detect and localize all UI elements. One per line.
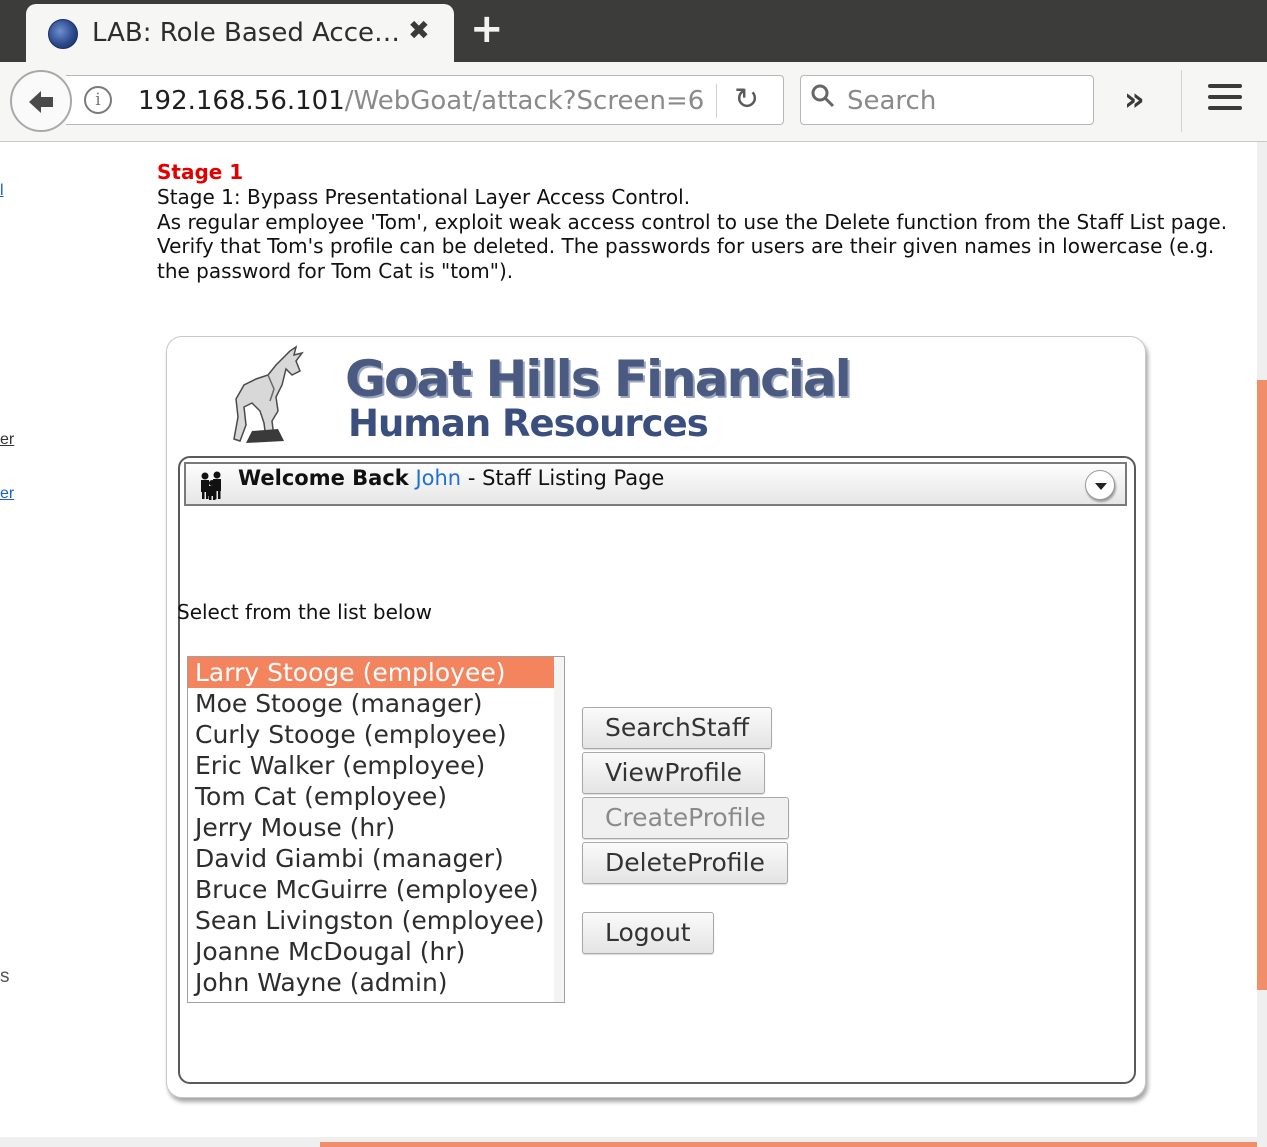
create-profile-button[interactable]: CreateProfile — [582, 797, 789, 839]
overflow-chevron-icon[interactable]: » — [1124, 80, 1145, 118]
search-placeholder: Search — [847, 86, 937, 116]
staff-option-sean-livingston[interactable]: Sean Livingston (employee) — [188, 905, 554, 936]
left-menu-fragment-2[interactable]: er — [0, 431, 14, 449]
staff-option-curly-stooge[interactable]: Curly Stooge (employee) — [188, 719, 554, 750]
company-logo-title: Goat Hills Financial — [345, 350, 852, 408]
left-menu-fragment-4: s — [0, 966, 10, 988]
horizontal-scrollbar-thumb[interactable] — [320, 1142, 1257, 1147]
staff-option-eric-walker[interactable]: Eric Walker (employee) — [188, 750, 554, 781]
staff-option-bruce-mcguirre[interactable]: Bruce McGuirre (employee) — [188, 874, 554, 905]
welcome-text: Welcome Back John - Staff Listing Page — [238, 466, 664, 490]
search-icon — [811, 84, 835, 108]
staff-listbox[interactable]: Larry Stooge (employee) Moe Stooge (mana… — [187, 656, 565, 1003]
hamburger-menu-icon[interactable] — [1208, 84, 1242, 114]
url-host: 192.168.56.101 — [138, 86, 345, 116]
url-text[interactable]: 192.168.56.101/WebGoat/attack?Screen=6 — [138, 86, 704, 116]
staff-option-moe-stooge[interactable]: Moe Stooge (manager) — [188, 688, 554, 719]
goat-logo-icon — [233, 345, 304, 443]
left-menu-link-3[interactable]: er — [0, 485, 14, 502]
search-staff-button[interactable]: SearchStaff — [582, 707, 773, 749]
welcome-prefix: Welcome Back — [238, 466, 409, 490]
staff-option-joanne-mcdougal[interactable]: Joanne McDougal (hr) — [188, 936, 554, 967]
toolbar-divider — [1181, 70, 1182, 132]
welcome-user-name: John — [415, 466, 462, 490]
stage-subtitle: Stage 1: Bypass Presentational Layer Acc… — [157, 185, 691, 209]
welcome-suffix: - Staff Listing Page — [467, 466, 665, 490]
left-menu-fragment-1[interactable]: l — [0, 182, 4, 200]
staff-option-larry-stooge[interactable]: Larry Stooge (employee) — [188, 657, 554, 688]
stage-title: Stage 1 — [157, 160, 244, 184]
staff-option-jerry-mouse[interactable]: Jerry Mouse (hr) — [188, 812, 554, 843]
left-menu-text-4: s — [0, 966, 10, 987]
left-menu-link-2[interactable]: er — [0, 431, 14, 448]
delete-profile-button[interactable]: DeleteProfile — [582, 842, 788, 884]
back-arrow-icon — [29, 91, 53, 113]
stage-description: Stage 1: Bypass Presentational Layer Acc… — [157, 185, 1237, 283]
tab-title: LAB: Role Based Acce… — [92, 18, 401, 48]
search-bar[interactable]: Search — [800, 75, 1094, 125]
company-logo-subtitle: Human Resources — [348, 402, 709, 445]
url-separator — [716, 84, 717, 118]
left-menu-link-1[interactable]: l — [0, 182, 4, 199]
listbox-scrollbar[interactable] — [554, 657, 564, 1002]
vertical-scrollbar-thumb[interactable] — [1257, 380, 1267, 990]
active-tab[interactable]: LAB: Role Based Acce… ✖ — [26, 4, 454, 62]
url-bar[interactable]: i 192.168.56.101/WebGoat/attack?Screen=6… — [66, 75, 784, 125]
view-profile-button[interactable]: ViewProfile — [582, 752, 766, 794]
select-list-label: Select from the list below — [177, 600, 433, 624]
reload-icon[interactable]: ↻ — [734, 82, 759, 117]
staff-option-john-wayne[interactable]: John Wayne (admin) — [188, 967, 554, 998]
webgoat-favicon-icon — [48, 19, 78, 49]
people-icon — [201, 471, 221, 500]
welcome-bar: Welcome Back John - Staff Listing Page — [184, 462, 1127, 506]
navigation-bar: i 192.168.56.101/WebGoat/attack?Screen=6… — [0, 62, 1267, 142]
info-icon[interactable]: i — [84, 86, 112, 114]
stage-instructions: As regular employee 'Tom', exploit weak … — [157, 209, 1228, 283]
tab-bar: LAB: Role Based Acce… ✖ + — [0, 0, 1267, 62]
staff-option-david-giambi[interactable]: David Giambi (manager) — [188, 843, 554, 874]
collapse-chevron-icon[interactable] — [1085, 470, 1115, 500]
left-menu-fragment-3[interactable]: er — [0, 485, 14, 503]
logout-button[interactable]: Logout — [582, 912, 714, 954]
staff-option-tom-cat[interactable]: Tom Cat (employee) — [188, 781, 554, 812]
close-tab-icon[interactable]: ✖ — [408, 16, 430, 46]
url-path: /WebGoat/attack?Screen=6 — [344, 86, 705, 116]
new-tab-button[interactable]: + — [470, 6, 504, 52]
back-button[interactable] — [10, 70, 72, 132]
